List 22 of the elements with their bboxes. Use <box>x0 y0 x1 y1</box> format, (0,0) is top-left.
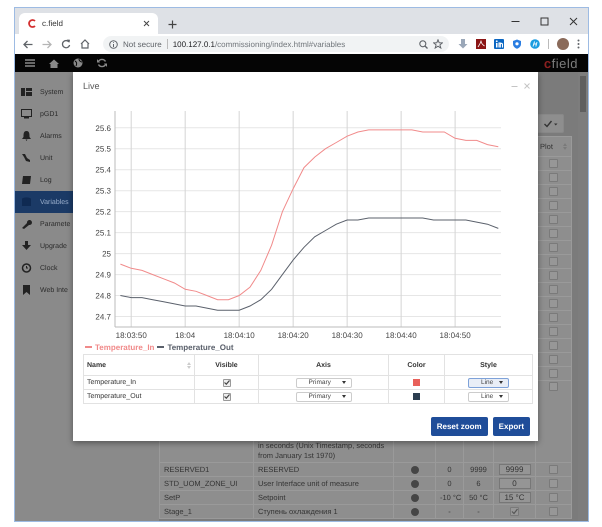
y-tick-label: 24.8 <box>95 292 111 301</box>
dialog-title: Live <box>83 81 101 91</box>
y-tick-label: 25 <box>102 250 111 259</box>
y-tick-label: 25.3 <box>95 186 111 196</box>
security-label: Not secure <box>123 40 162 48</box>
x-tick-label: 18:04:30 <box>332 331 363 340</box>
app-logo: cfield <box>544 56 578 70</box>
y-tick-label: 24.9 <box>95 270 111 280</box>
y-tick-label: 25.1 <box>95 228 111 238</box>
y-tick-label: 25.2 <box>95 208 111 217</box>
y-tick-label: 25.4 <box>95 166 111 175</box>
x-tick-label: 18:04 <box>175 331 196 340</box>
url-text: 100.127.0.1/commissioning/index.html#variables <box>172 40 346 48</box>
x-tick-label: 18:04:20 <box>278 331 309 340</box>
x-tick-label: 18:04:40 <box>386 331 417 340</box>
y-tick-label: 25.6 <box>95 124 111 133</box>
y-tick-label: 24.7 <box>95 312 111 322</box>
x-tick-label: 18:04:50 <box>440 331 471 340</box>
y-tick-label: 25.5 <box>95 144 111 154</box>
tab-title: c.field <box>42 19 64 28</box>
x-tick-label: 18:03:50 <box>116 331 147 340</box>
x-tick-label: 18:04:10 <box>224 331 255 340</box>
